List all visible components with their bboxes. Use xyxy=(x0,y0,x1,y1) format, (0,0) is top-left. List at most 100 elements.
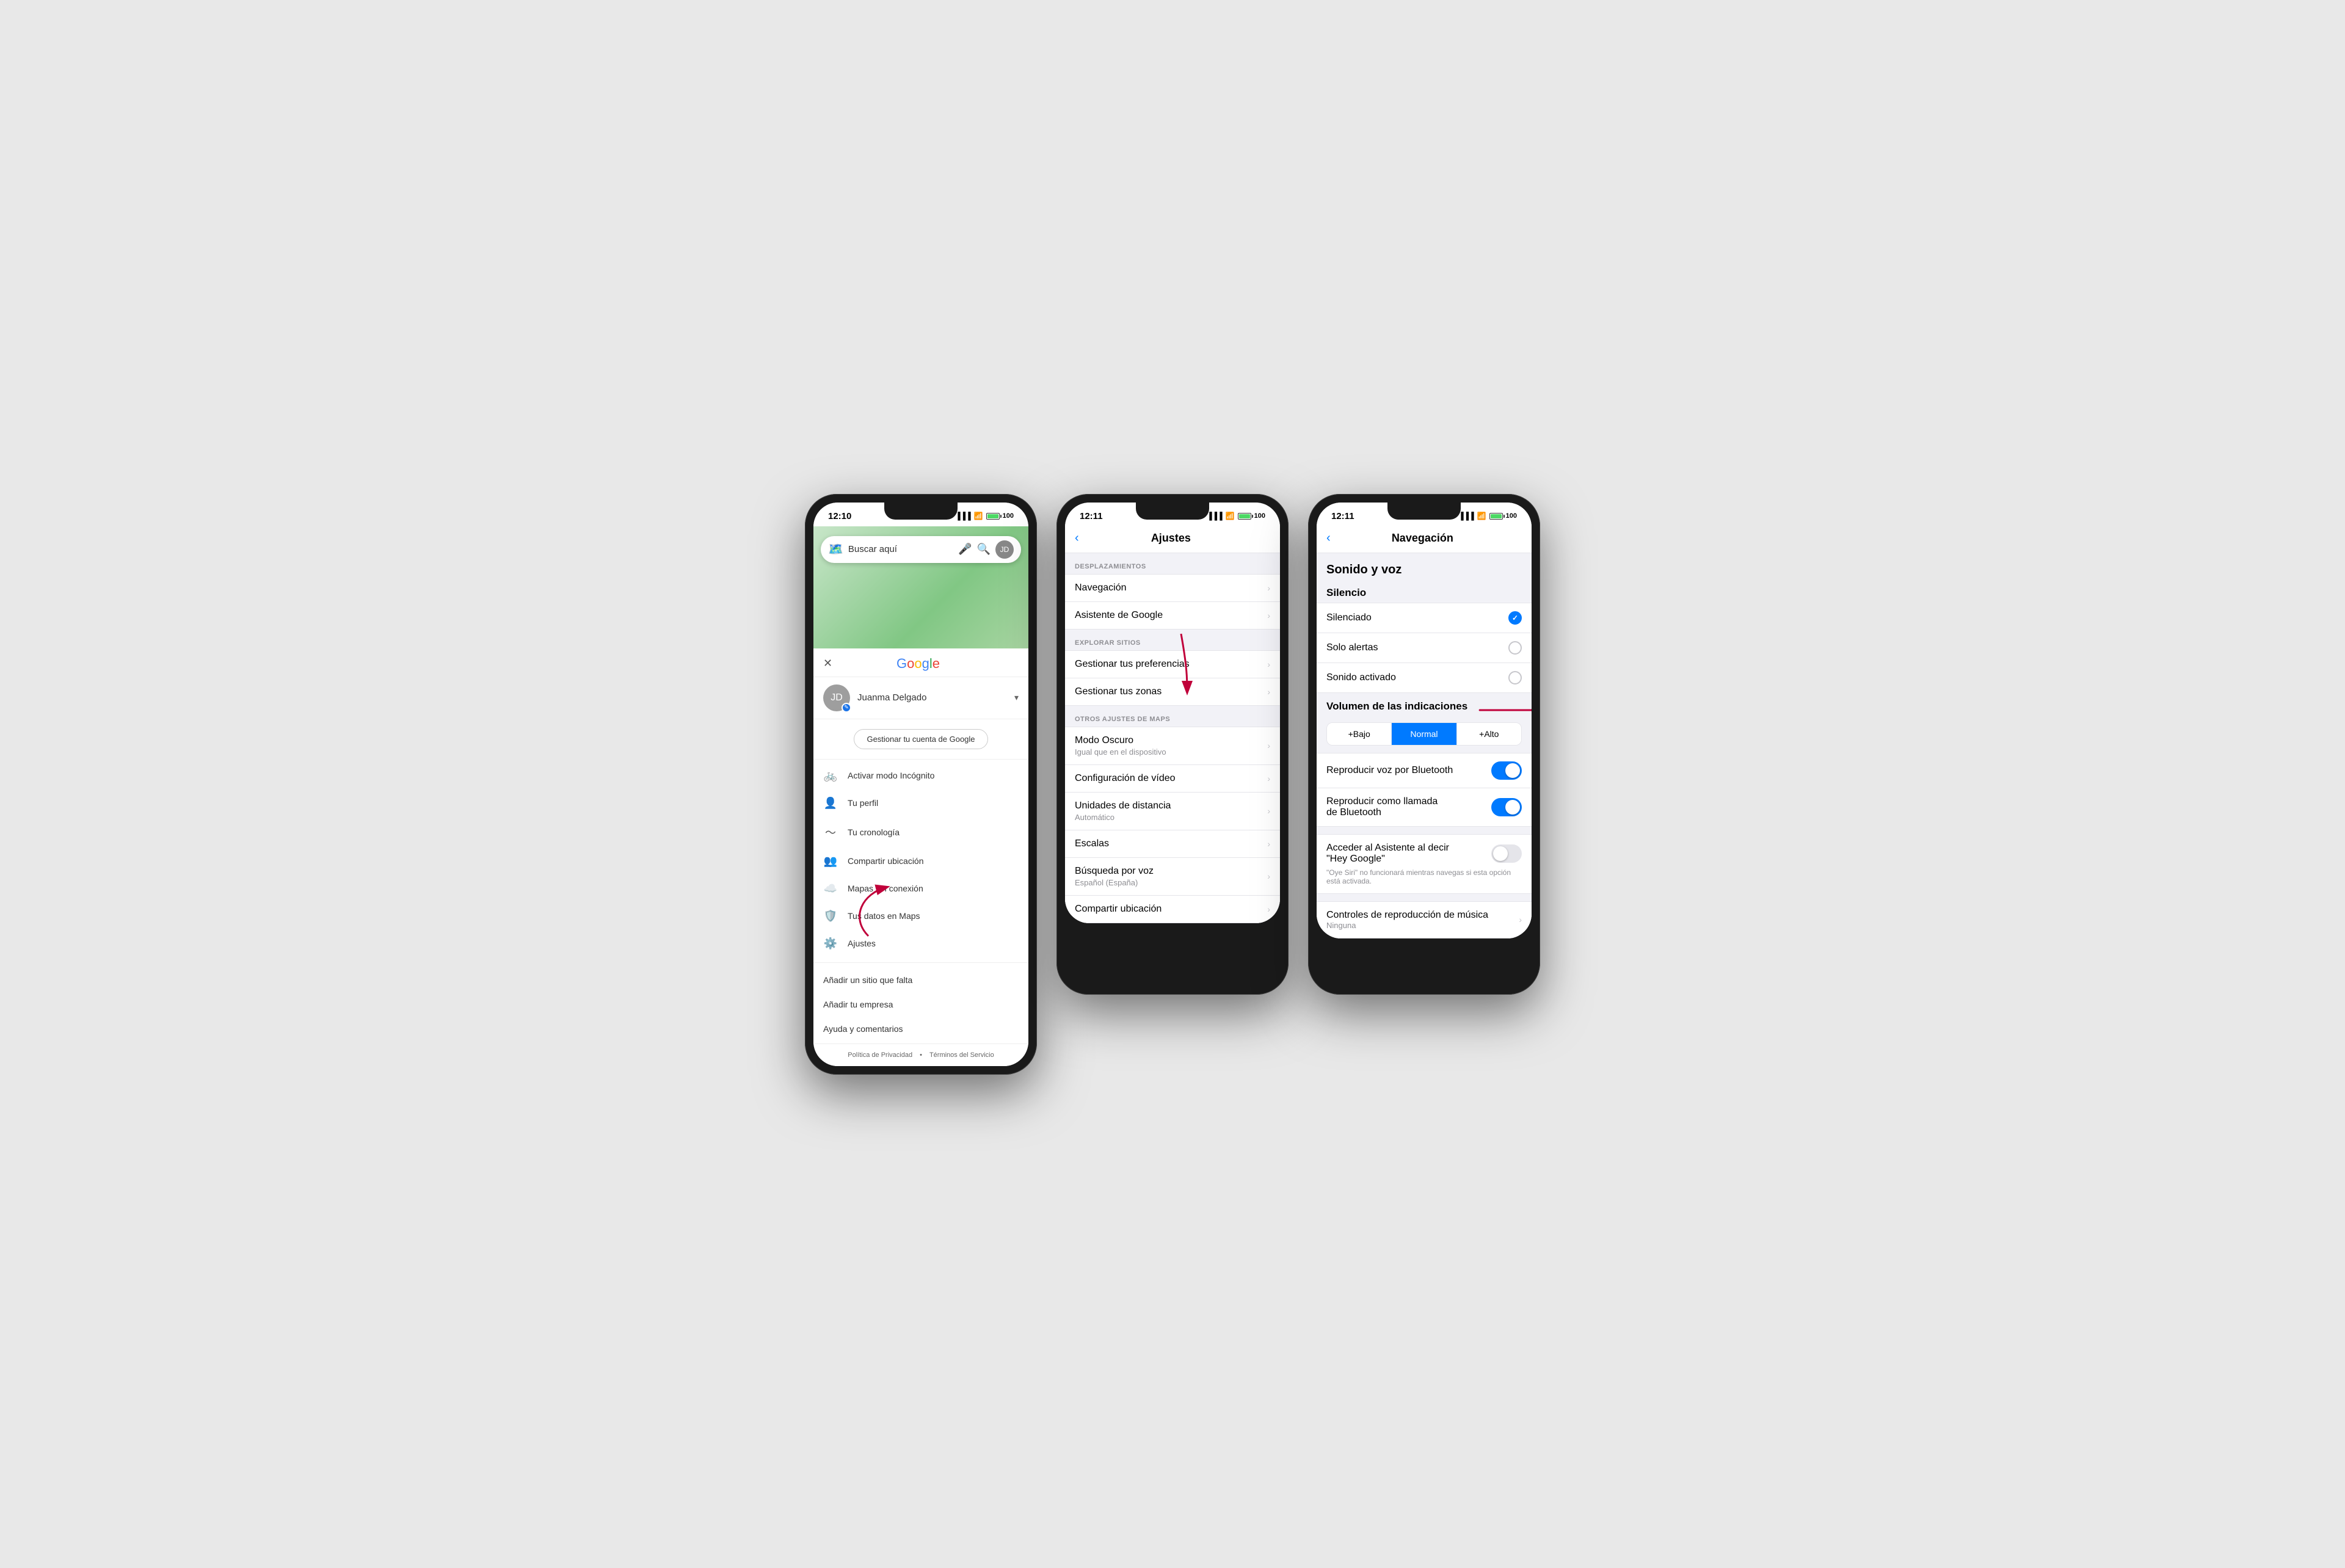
bluetooth-call-row: Reproducir como llamada de Bluetooth xyxy=(1317,788,1532,827)
sidebar-menu: ✕ Google JD ✎ Juanma Delgado ▾ Gestionar xyxy=(813,648,1028,1066)
music-controls-row[interactable]: Controles de reproducción de música Ning… xyxy=(1317,901,1532,938)
footer-dot: • xyxy=(920,1051,922,1059)
status-icons-3: ▐▐▐ 📶 100 xyxy=(1458,512,1517,520)
radio-sonido-activado[interactable]: Sonido activado xyxy=(1317,663,1532,692)
notch-3 xyxy=(1387,503,1461,520)
modo-oscuro-sub: Igual que en el dispositivo xyxy=(1075,747,1267,757)
chevron-down-icon[interactable]: ▾ xyxy=(1014,692,1019,703)
share-location-icon: 👥 xyxy=(823,855,838,868)
hey-google-row: Acceder al Asistente al decir "Hey Googl… xyxy=(1317,834,1532,894)
menu-label-incognito: Activar modo Incógnito xyxy=(848,771,934,780)
signal-icon-3: ▐▐▐ xyxy=(1458,512,1474,520)
status-time-3: 12:11 xyxy=(1331,511,1354,521)
nav-page-title: Navegación xyxy=(1338,532,1507,545)
settings-row-escalas[interactable]: Escalas › xyxy=(1065,830,1280,858)
chevron-video: › xyxy=(1267,774,1270,783)
phone-1: 12:10 ▐▐▐ 📶 100 🗺️ Bu xyxy=(805,494,1037,1075)
menu-item-share-location[interactable]: 👥 Compartir ubicación xyxy=(813,848,1028,875)
asistente-label: Asistente de Google xyxy=(1075,610,1267,621)
chevron-music: › xyxy=(1519,915,1522,924)
radio-solo-alertas[interactable]: Solo alertas xyxy=(1317,633,1532,663)
bluetooth-call-label-container: Reproducir como llamada de Bluetooth xyxy=(1326,796,1491,818)
menu-label-add-business: Añadir tu empresa xyxy=(823,1000,893,1009)
menu-item-data[interactable]: 🛡️ Tus datos en Maps xyxy=(813,902,1028,930)
nav-header: ‹ Navegación xyxy=(1317,526,1532,553)
settings-header: ‹ Ajustes xyxy=(1065,526,1280,553)
google-logo: Google xyxy=(896,656,940,672)
settings-row-preferencias[interactable]: Gestionar tus preferencias › xyxy=(1065,651,1280,678)
navegacion-label: Navegación xyxy=(1075,583,1267,593)
signal-icon-2: ▐▐▐ xyxy=(1207,512,1223,520)
settings-row-busqueda-voz[interactable]: Búsqueda por voz Español (España) › xyxy=(1065,858,1280,896)
manage-account-button[interactable]: Gestionar tu cuenta de Google xyxy=(854,729,987,749)
close-button[interactable]: ✕ xyxy=(823,657,832,670)
radio-silenciado[interactable]: Silenciado xyxy=(1317,603,1532,633)
hey-google-toggle[interactable] xyxy=(1491,844,1522,863)
radio-silenciado-circle[interactable] xyxy=(1508,611,1522,625)
menu-label-share-location: Compartir ubicación xyxy=(848,856,924,866)
menu-item-incognito[interactable]: 🚲 Activar modo Incógnito xyxy=(813,762,1028,789)
battery-2: 100 xyxy=(1238,512,1265,520)
settings-row-compartir[interactable]: Compartir ubicación › xyxy=(1065,896,1280,923)
menu-label-profile: Tu perfil xyxy=(848,798,878,808)
bluetooth-call-toggle[interactable] xyxy=(1491,798,1522,816)
privacy-link[interactable]: Política de Privacidad xyxy=(848,1051,912,1059)
hey-google-label-line1: Acceder al Asistente al decir xyxy=(1326,843,1491,854)
wifi-icon-1: 📶 xyxy=(974,512,983,520)
sound-voice-title: Sonido y voz xyxy=(1317,553,1532,579)
explorar-group: Gestionar tus preferencias › Gestionar t… xyxy=(1065,650,1280,706)
notch-2 xyxy=(1136,503,1209,520)
desplazamientos-group: Navegación › Asistente de Google › xyxy=(1065,574,1280,630)
solo-alertas-label: Solo alertas xyxy=(1326,642,1508,653)
timeline-icon: 〜 xyxy=(823,824,838,840)
menu-item-help[interactable]: Ayuda y comentarios xyxy=(813,1017,1028,1041)
settings-row-video[interactable]: Configuración de vídeo › xyxy=(1065,765,1280,793)
wifi-icon-3: 📶 xyxy=(1477,512,1486,520)
search-input-text[interactable]: Buscar aquí xyxy=(848,544,953,554)
lens-icon[interactable]: 🔍 xyxy=(977,543,991,556)
menu-label-settings: Ajustes xyxy=(848,938,876,948)
vol-btn-normal[interactable]: Normal xyxy=(1392,723,1456,745)
bluetooth-call-label-line1: Reproducir como llamada xyxy=(1326,796,1491,807)
user-avatar-small[interactable]: JD xyxy=(995,540,1014,559)
map-background: 🗺️ Buscar aquí 🎤 🔍 JD xyxy=(813,526,1028,648)
back-button-2[interactable]: ‹ xyxy=(1075,531,1079,545)
vol-btn-alto[interactable]: +Alto xyxy=(1457,723,1521,745)
navigation-page: ‹ Navegación Sonido y voz Silencio Silen… xyxy=(1317,526,1532,938)
vol-btn-bajo[interactable]: +Bajo xyxy=(1327,723,1392,745)
radio-solo-alertas-circle[interactable] xyxy=(1508,641,1522,655)
settings-icon: ⚙️ xyxy=(823,937,838,950)
settings-row-asistente[interactable]: Asistente de Google › xyxy=(1065,602,1280,629)
chevron-distancia: › xyxy=(1267,806,1270,816)
menu-item-offline[interactable]: ☁️ Mapas sin conexión xyxy=(813,875,1028,902)
silence-radio-group: Silenciado Solo alertas Sonido activado xyxy=(1317,603,1532,693)
back-button-3[interactable]: ‹ xyxy=(1326,531,1331,545)
settings-row-zonas[interactable]: Gestionar tus zonas › xyxy=(1065,678,1280,705)
menu-item-profile[interactable]: 👤 Tu perfil xyxy=(813,789,1028,817)
settings-row-modo-oscuro[interactable]: Modo Oscuro Igual que en el dispositivo … xyxy=(1065,727,1280,765)
offline-icon: ☁️ xyxy=(823,882,838,895)
status-icons-2: ▐▐▐ 📶 100 xyxy=(1207,512,1265,520)
preferencias-label: Gestionar tus preferencias xyxy=(1075,659,1267,670)
menu-item-settings[interactable]: ⚙️ Ajustes xyxy=(813,930,1028,957)
distancia-label: Unidades de distancia xyxy=(1075,800,1267,811)
mic-icon[interactable]: 🎤 xyxy=(958,543,972,556)
chevron-escalas: › xyxy=(1267,839,1270,849)
hey-google-label-line2: "Hey Google" xyxy=(1326,854,1491,865)
radio-sonido-activado-circle[interactable] xyxy=(1508,671,1522,684)
settings-row-navegacion[interactable]: Navegación › xyxy=(1065,575,1280,602)
sidebar-footer: Política de Privacidad • Términos del Se… xyxy=(813,1044,1028,1066)
menu-item-timeline[interactable]: 〜 Tu cronología xyxy=(813,817,1028,848)
data-icon: 🛡️ xyxy=(823,910,838,923)
menu-item-add-place[interactable]: Añadir un sitio que falta xyxy=(813,968,1028,992)
avatar-badge: ✎ xyxy=(842,703,851,713)
terms-link[interactable]: Términos del Servicio xyxy=(929,1051,994,1059)
settings-row-distancia[interactable]: Unidades de distancia Automático › xyxy=(1065,793,1280,830)
bluetooth-voice-toggle[interactable] xyxy=(1491,761,1522,780)
phone-3: 12:11 ▐▐▐ 📶 100 ‹ Navegación xyxy=(1308,494,1540,995)
modo-oscuro-label: Modo Oscuro xyxy=(1075,735,1267,746)
search-bar[interactable]: 🗺️ Buscar aquí 🎤 🔍 JD xyxy=(821,536,1021,563)
status-time-2: 12:11 xyxy=(1080,511,1103,521)
menu-item-add-business[interactable]: Añadir tu empresa xyxy=(813,992,1028,1017)
busqueda-voz-label: Búsqueda por voz xyxy=(1075,866,1267,877)
